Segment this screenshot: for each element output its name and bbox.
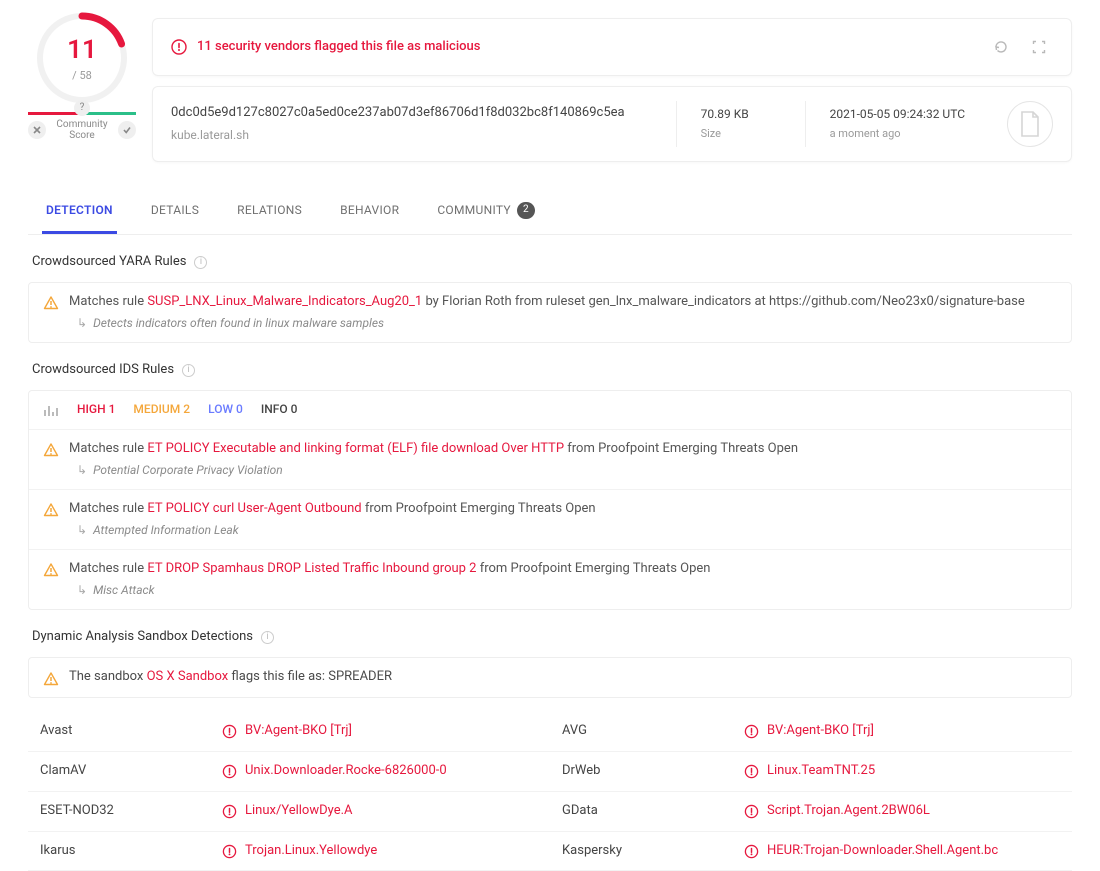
warning-icon: [43, 295, 59, 311]
warning-icon: [43, 671, 59, 687]
engine-detection: Trojan.Linux.Yellowdye: [218, 832, 550, 871]
yara-rule: Matches rule SUSP_LNX_Linux_Malware_Indi…: [29, 283, 1071, 342]
ids-section: Crowdsourced IDS Rules i HIGH 1 MEDIUM 2…: [28, 361, 1072, 610]
tab-bar: DETECTION DETAILS RELATIONS BEHAVIOR COMMUNI…: [28, 190, 1072, 235]
malicious-icon: [744, 844, 759, 859]
engine-detection: Linux/YellowDye.A: [218, 792, 550, 831]
engine-name: GData: [550, 792, 740, 831]
engine-detection: BV:Agent-BKO [Trj]: [218, 712, 550, 751]
ids-summary: HIGH 1 MEDIUM 2 LOW 0 INFO 0: [29, 391, 1071, 429]
file-hash[interactable]: 0dc0d5e9d127c8027c0a5ed0ce237ab07d3ef867…: [171, 104, 652, 123]
engine-table: AvastBV:Agent-BKO [Trj]AVGBV:Agent-BKO […: [28, 712, 1072, 871]
malicious-icon: [222, 764, 237, 779]
yara-rule-link[interactable]: SUSP_LNX_Linux_Malware_Indicators_Aug20_…: [147, 294, 422, 309]
malicious-icon: [222, 804, 237, 819]
bars-icon: [43, 403, 59, 417]
expand-icon[interactable]: [1025, 33, 1053, 61]
engine-name: AVG: [550, 712, 740, 751]
malicious-icon: [222, 844, 237, 859]
engine-name: DrWeb: [550, 752, 740, 791]
score-arc-icon: [36, 12, 128, 104]
malicious-icon: [744, 724, 759, 739]
file-info-card: 0dc0d5e9d127c8027c0a5ed0ce237ab07d3ef867…: [152, 86, 1072, 162]
info-icon[interactable]: i: [261, 631, 274, 644]
ids-rule-link[interactable]: ET DROP Spamhaus DROP Listed Traffic Inb…: [147, 561, 476, 576]
ids-title: Crowdsourced IDS Rules: [32, 361, 174, 380]
ids-rule: Matches rule ET POLICY curl User-Agent O…: [29, 490, 1071, 550]
info-icon[interactable]: i: [182, 364, 195, 377]
community-score-label: CommunityScore: [46, 119, 118, 141]
ids-rule-link[interactable]: ET POLICY curl User-Agent Outbound: [147, 501, 361, 516]
ids-rule-detail: Misc Attack: [93, 582, 154, 599]
malicious-alert: 11 security vendors flagged this file as…: [152, 18, 1072, 76]
tab-detection[interactable]: DETECTION: [42, 190, 117, 234]
warning-icon: [43, 562, 59, 578]
engine-name: ClamAV: [28, 752, 218, 791]
yara-section: Crowdsourced YARA Rules i Matches rule S…: [28, 253, 1072, 343]
malicious-icon: [744, 764, 759, 779]
alert-message: 11 security vendors flagged this file as…: [197, 38, 977, 57]
file-time: 2021-05-05 09:24:32 UTC a moment ago: [830, 106, 965, 141]
tab-community[interactable]: COMMUNITY2: [433, 190, 539, 234]
sandbox-section: Dynamic Analysis Sandbox Detections i Th…: [28, 628, 1072, 698]
sandbox-row: The sandbox OS X Sandbox flags this file…: [29, 658, 1071, 697]
engine-detection: Linux.TeamTNT.25: [740, 752, 1072, 791]
malicious-icon: [744, 804, 759, 819]
warning-icon: [43, 502, 59, 518]
help-icon[interactable]: ?: [74, 100, 90, 116]
reanalyze-icon[interactable]: [987, 33, 1015, 61]
ids-medium[interactable]: MEDIUM 2: [133, 401, 190, 418]
ids-info[interactable]: INFO 0: [261, 401, 298, 418]
sandbox-link[interactable]: OS X Sandbox: [147, 669, 229, 684]
malicious-icon: [222, 724, 237, 739]
file-header: 11 / 58 ? CommunityScore: [28, 18, 1072, 162]
tab-relations[interactable]: RELATIONS: [233, 190, 306, 234]
engine-name: Kaspersky: [550, 832, 740, 871]
file-type-icon: [1007, 101, 1053, 147]
engine-name: Avast: [28, 712, 218, 751]
ids-rule-detail: Attempted Information Leak: [93, 522, 239, 539]
file-name: kube.lateral.sh: [171, 127, 652, 144]
vote-up-icon[interactable]: [118, 121, 136, 139]
ids-rule: Matches rule ET DROP Spamhaus DROP Liste…: [29, 550, 1071, 609]
tab-details[interactable]: DETAILS: [147, 190, 203, 234]
detection-score: 11 / 58 ? CommunityScore: [28, 18, 136, 141]
engine-name: Ikarus: [28, 832, 218, 871]
yara-title: Crowdsourced YARA Rules: [32, 253, 186, 272]
tab-behavior[interactable]: BEHAVIOR: [336, 190, 403, 234]
engine-detection: BV:Agent-BKO [Trj]: [740, 712, 1072, 751]
community-score: ? CommunityScore: [28, 112, 136, 141]
ids-rule: Matches rule ET POLICY Executable and li…: [29, 430, 1071, 490]
vote-down-icon[interactable]: [28, 121, 46, 139]
engine-row: ESET-NOD32Linux/YellowDye.AGDataScript.T…: [28, 792, 1072, 832]
info-icon[interactable]: i: [194, 256, 207, 269]
engine-row: AvastBV:Agent-BKO [Trj]AVGBV:Agent-BKO […: [28, 712, 1072, 752]
file-size: 70.89 KB Size: [701, 106, 781, 141]
engine-detection: Unix.Downloader.Rocke-6826000-0: [218, 752, 550, 791]
engine-row: ClamAVUnix.Downloader.Rocke-6826000-0DrW…: [28, 752, 1072, 792]
warning-icon: [43, 442, 59, 458]
engine-name: ESET-NOD32: [28, 792, 218, 831]
score-circle: 11 / 58: [42, 18, 122, 98]
sandbox-title: Dynamic Analysis Sandbox Detections: [32, 628, 253, 647]
engine-row: IkarusTrojan.Linux.YellowdyeKasperskyHEU…: [28, 832, 1072, 871]
alert-icon: [171, 39, 187, 55]
ids-rule-detail: Potential Corporate Privacy Violation: [93, 462, 283, 479]
ids-rule-link[interactable]: ET POLICY Executable and linking format …: [147, 441, 564, 456]
ids-high[interactable]: HIGH 1: [77, 401, 115, 418]
engine-detection: HEUR:Trojan-Downloader.Shell.Agent.bc: [740, 832, 1072, 871]
ids-low[interactable]: LOW 0: [208, 401, 243, 418]
yara-rule-detail: Detects indicators often found in linux …: [93, 315, 384, 332]
engine-detection: Script.Trojan.Agent.2BW06L: [740, 792, 1072, 831]
